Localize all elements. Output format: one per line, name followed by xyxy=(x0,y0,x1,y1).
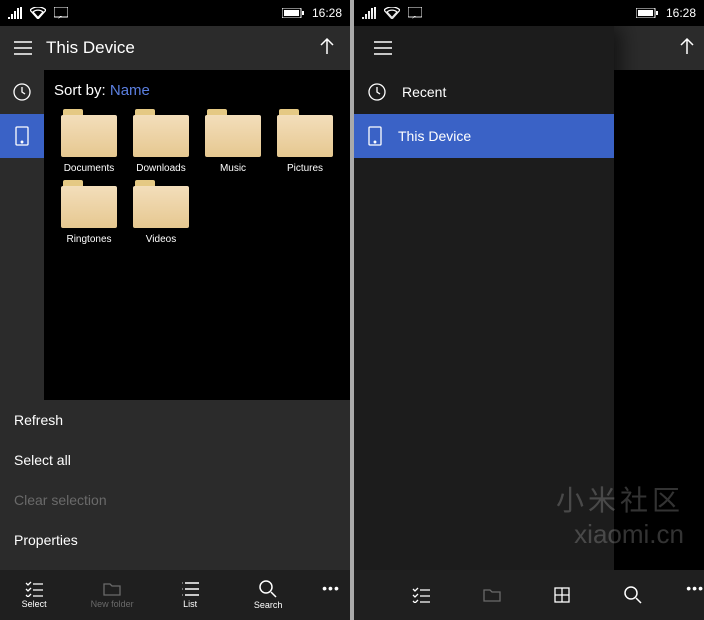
screenshot-left: 16:28 This Device Sort by: Name Docum xyxy=(0,0,350,620)
cmd-select[interactable]: Select xyxy=(10,581,58,609)
battery-icon xyxy=(282,8,304,18)
sort-control[interactable]: Sort by: Name xyxy=(54,82,340,99)
command-bar: Select New folder List Search ••• xyxy=(0,570,350,620)
sort-label: Sort by: xyxy=(54,82,106,99)
status-bar: 16:28 xyxy=(354,0,704,26)
folder-pictures[interactable]: Pictures xyxy=(270,109,340,174)
folder-music[interactable]: Music xyxy=(198,109,268,174)
cmd-search[interactable]: Search xyxy=(244,580,292,610)
cmd-search[interactable] xyxy=(616,586,651,604)
status-time: 16:28 xyxy=(312,6,342,20)
status-bar: 16:28 xyxy=(0,0,350,26)
hamburger-button[interactable] xyxy=(6,26,40,70)
cmd-more[interactable]: ••• xyxy=(322,580,340,596)
context-menu: Refresh Select all Clear selection Prope… xyxy=(0,400,350,570)
folder-icon xyxy=(59,180,119,228)
cmd-new-folder: New folder xyxy=(88,581,136,609)
phone-icon xyxy=(368,126,382,146)
up-button[interactable] xyxy=(680,37,694,60)
cmd-select[interactable] xyxy=(404,587,439,603)
message-icon xyxy=(54,7,68,19)
folder-icon xyxy=(275,109,335,157)
folder-videos[interactable]: Videos xyxy=(126,180,196,245)
ctx-clear-selection: Clear selection xyxy=(0,480,350,520)
drawer-recent[interactable]: Recent xyxy=(354,70,614,114)
app-header: This Device xyxy=(0,26,350,70)
folder-icon xyxy=(59,109,119,157)
header-partial xyxy=(614,26,704,70)
nav-drawer: Recent This Device xyxy=(354,26,614,620)
page-title: This Device xyxy=(40,38,310,58)
rail-this-device[interactable] xyxy=(0,114,44,158)
rail-recent[interactable] xyxy=(0,70,44,114)
signal-icon xyxy=(8,7,22,19)
signal-icon xyxy=(362,7,376,19)
cmd-list[interactable]: List xyxy=(166,581,214,609)
folder-icon xyxy=(203,109,263,157)
wifi-icon xyxy=(384,7,400,19)
command-bar: ••• xyxy=(354,570,704,620)
hamburger-button[interactable] xyxy=(366,26,400,70)
cmd-new-folder xyxy=(475,587,510,603)
ctx-refresh[interactable]: Refresh xyxy=(0,400,350,440)
ctx-select-all[interactable]: Select all xyxy=(0,440,350,480)
wifi-icon xyxy=(30,7,46,19)
folder-documents[interactable]: Documents xyxy=(54,109,124,174)
cmd-more[interactable]: ••• xyxy=(686,580,704,596)
sort-value: Name xyxy=(110,82,150,99)
folder-downloads[interactable]: Downloads xyxy=(126,109,196,174)
folder-icon xyxy=(131,109,191,157)
folder-ringtones[interactable]: Ringtones xyxy=(54,180,124,245)
folder-icon xyxy=(131,180,191,228)
drawer-this-device[interactable]: This Device xyxy=(354,114,614,158)
folder-grid: Documents Downloads Music Pictures Ringt… xyxy=(54,109,340,245)
status-time: 16:28 xyxy=(666,6,696,20)
ctx-properties[interactable]: Properties xyxy=(0,520,350,560)
battery-icon xyxy=(636,8,658,18)
cmd-grid[interactable] xyxy=(545,587,580,603)
up-button[interactable] xyxy=(310,37,344,60)
message-icon xyxy=(408,7,422,19)
screenshot-right: 16:28 Recent This Device 小米社区 xiaomi.cn xyxy=(354,0,704,620)
clock-icon xyxy=(368,83,386,101)
